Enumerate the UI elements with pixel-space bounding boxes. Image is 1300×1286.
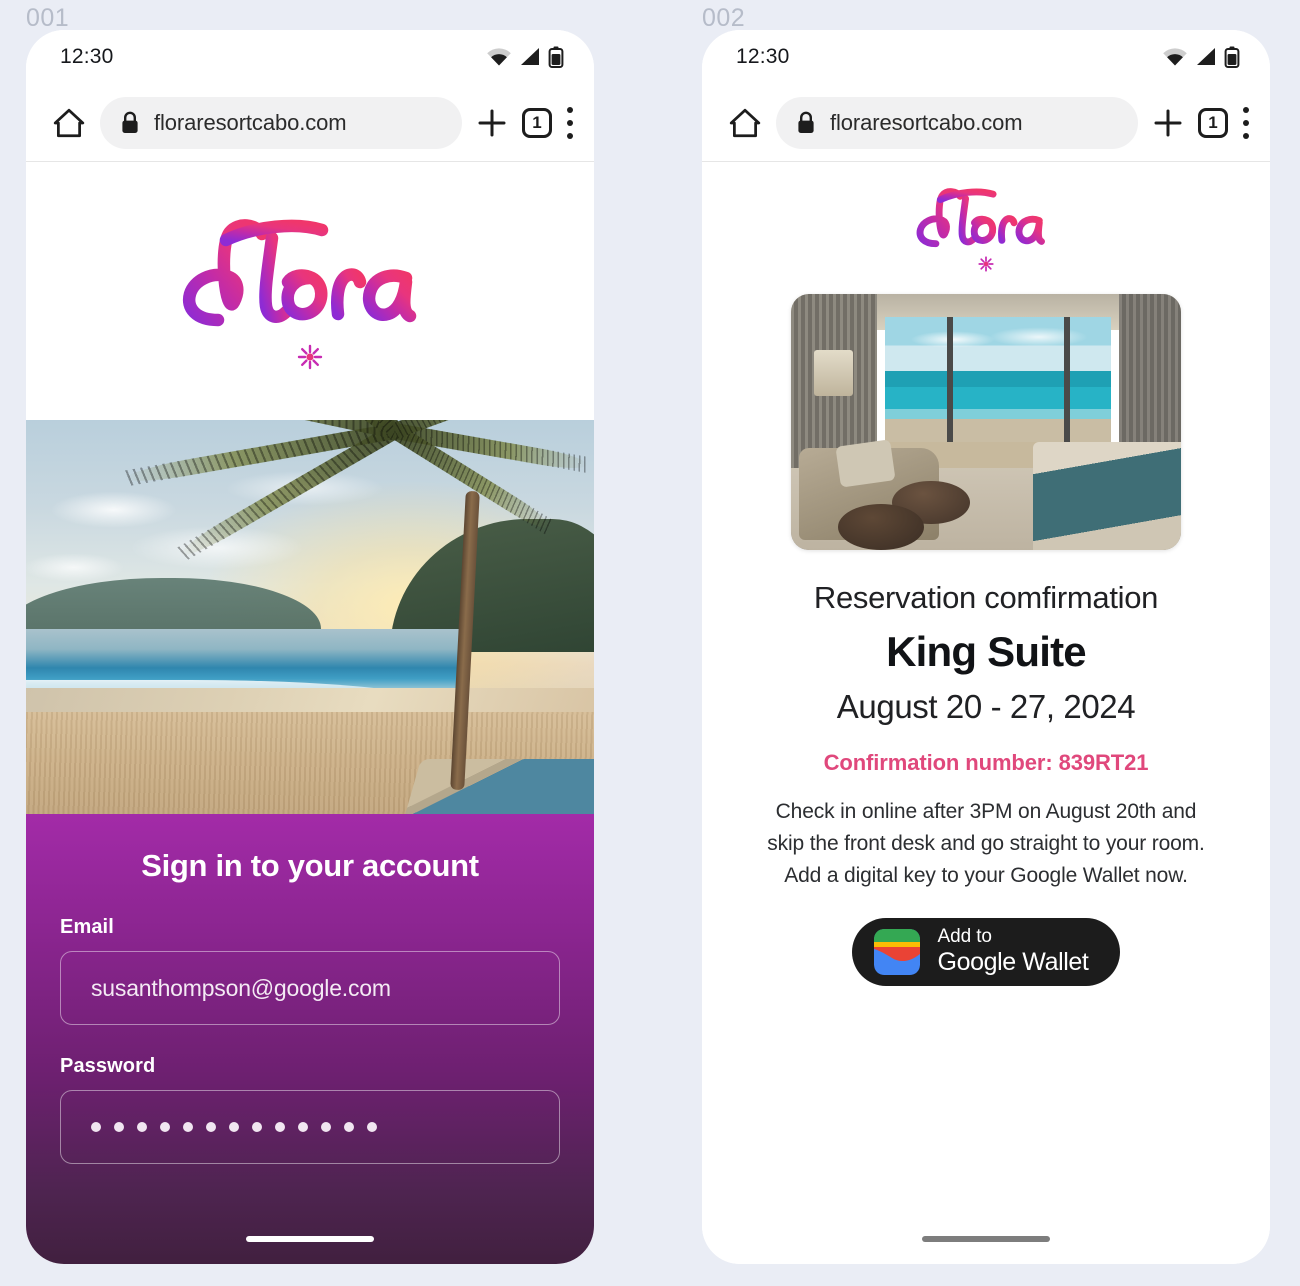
screenshot-canvas: 001 002 12:30 floraresortcabo.com 1 Sign… <box>0 0 1300 1286</box>
flora-wordmark-icon <box>182 219 417 327</box>
status-bar: 12:30 <box>26 30 594 84</box>
signal-icon <box>1197 48 1215 65</box>
home-icon[interactable] <box>52 106 86 140</box>
new-tab-button-002[interactable] <box>1152 107 1184 139</box>
status-bar-002: 12:30 <box>702 30 1270 84</box>
checkin-instructions: Check in online after 3PM on August 20th… <box>767 800 1205 887</box>
plus-icon <box>1154 109 1182 136</box>
wallet-button-text: Add to Google Wallet <box>938 926 1089 977</box>
tab-switcher-button[interactable]: 1 <box>522 107 552 138</box>
browser-menu-button[interactable] <box>566 106 574 139</box>
phone-mockup-002: 12:30 floraresortcabo.com 1 Reservation … <box>702 30 1270 1264</box>
status-icons <box>486 46 564 68</box>
home-icon[interactable] <box>728 106 762 140</box>
battery-icon <box>548 46 564 68</box>
room-pillow <box>835 438 895 488</box>
reservation-subtitle: Reservation comfirmation <box>813 580 1159 615</box>
battery-icon <box>1224 46 1240 68</box>
email-value: susanthompson@google.com <box>91 974 391 1001</box>
google-wallet-icon <box>873 928 920 975</box>
room-type-title: King Suite <box>886 628 1086 675</box>
tab-count-badge-002: 1 <box>1198 107 1228 138</box>
palm-fronds <box>124 420 594 617</box>
browser-toolbar: floraresortcabo.com 1 <box>26 84 594 162</box>
status-time-002: 12:30 <box>736 45 790 68</box>
room-wall-lamp <box>814 350 854 397</box>
password-masked-value <box>91 1122 377 1132</box>
plus-icon <box>478 109 506 136</box>
overflow-menu-icon <box>566 106 574 139</box>
flora-logo-small <box>904 184 1069 272</box>
status-time: 12:30 <box>60 45 114 68</box>
address-bar-002[interactable]: floraresortcabo.com <box>776 96 1138 149</box>
confirmation-page: Reservation comfirmation King Suite Augu… <box>702 162 1270 1264</box>
brand-logo-block <box>26 162 594 420</box>
hero-beach-image <box>26 420 594 814</box>
lock-icon <box>122 111 138 133</box>
room-photo <box>791 294 1181 550</box>
frame-label-001: 001 <box>26 4 70 32</box>
phone-mockup-001: 12:30 floraresortcabo.com 1 Sign in to y… <box>26 30 594 1264</box>
wifi-icon <box>487 48 511 66</box>
password-field[interactable] <box>60 1090 560 1164</box>
signal-icon <box>521 48 539 65</box>
home-indicator-001 <box>246 1236 374 1242</box>
reservation-dates: August 20 - 27, 2024 <box>836 688 1136 725</box>
tab-switcher-button-002[interactable]: 1 <box>1198 107 1228 138</box>
signin-heading: Sign in to your account <box>141 848 479 883</box>
browser-toolbar-002: floraresortcabo.com 1 <box>702 84 1270 162</box>
signin-panel: Sign in to your account Email susanthomp… <box>26 814 594 1264</box>
confirmation-number: Confirmation number: 839RT21 <box>823 750 1149 775</box>
page-content-002: Reservation comfirmation King Suite Augu… <box>702 162 1270 1264</box>
address-bar[interactable]: floraresortcabo.com <box>100 96 462 149</box>
status-icons-002 <box>1162 46 1240 68</box>
flower-asterisk-icon <box>297 344 323 370</box>
wifi-icon <box>1163 48 1187 66</box>
home-indicator-002 <box>922 1236 1050 1242</box>
room-bed <box>1032 442 1181 550</box>
page-content-001: Sign in to your account Email susanthomp… <box>26 162 594 1264</box>
address-bar-url-002: floraresortcabo.com <box>830 109 1023 135</box>
wallet-button-line1: Add to <box>937 926 992 948</box>
lock-icon <box>798 111 814 133</box>
overflow-menu-icon <box>1242 106 1250 139</box>
password-label: Password <box>60 1055 156 1077</box>
flower-asterisk-icon <box>978 256 994 272</box>
tab-count-badge: 1 <box>522 107 552 138</box>
address-bar-url: floraresortcabo.com <box>154 109 347 135</box>
wallet-button-line2: Google Wallet <box>937 948 1089 977</box>
flora-wordmark-icon <box>916 188 1045 248</box>
add-to-google-wallet-button[interactable]: Add to Google Wallet <box>851 917 1121 986</box>
email-label: Email <box>60 916 114 938</box>
new-tab-button[interactable] <box>476 107 508 139</box>
email-field[interactable]: susanthompson@google.com <box>60 951 560 1025</box>
browser-menu-button-002[interactable] <box>1242 106 1250 139</box>
pool-layer <box>403 758 594 814</box>
frame-label-002: 002 <box>702 4 746 32</box>
flora-logo <box>160 212 460 370</box>
room-coffee-table-2 <box>837 503 924 550</box>
